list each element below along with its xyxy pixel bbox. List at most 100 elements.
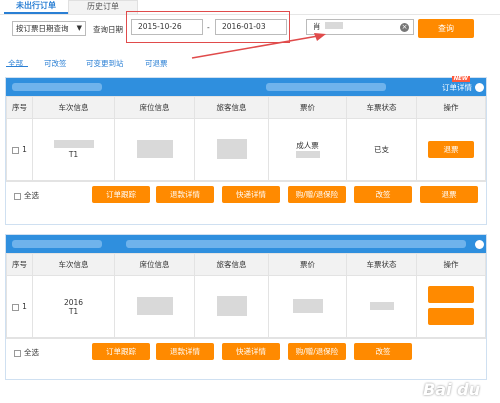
order-card: 序号 车次信息 席位信息 旅客信息 票价 车票状态 操作 1 2016 T1 全选…	[5, 234, 487, 380]
col-train: 车次信息	[32, 253, 115, 276]
ticket-table: 序号 车次信息 席位信息 旅客信息 票价 车票状态 操作 1 2016 T1	[6, 253, 486, 338]
row-index-cell: 1	[6, 275, 33, 338]
col-status: 车票状态	[346, 253, 417, 276]
blurred-status	[369, 301, 394, 310]
query-type-value: 按订票日期查询	[16, 24, 69, 33]
order-header: 订单详情 NEW	[6, 76, 486, 96]
status-cell: 已支	[346, 118, 417, 181]
train-date: 2016	[63, 297, 84, 307]
blurred-train	[53, 140, 94, 148]
row-index-cell: 1	[6, 118, 33, 181]
order-footer: 全选 订单跟踪 退款详情 快递详情 购/赠/退保险 改签	[6, 338, 486, 363]
clear-icon[interactable]: ×	[400, 23, 409, 32]
annotation-arrow	[191, 33, 326, 59]
watermark-logo: Bai du	[423, 380, 480, 399]
order-detail-link[interactable]: 订单详情	[442, 82, 472, 93]
delivery-detail-button[interactable]: 快递详情	[222, 343, 280, 360]
select-all-label: 全选	[24, 348, 39, 357]
status-cell	[346, 275, 417, 338]
passenger-cell	[194, 118, 269, 181]
col-seat: 席位信息	[114, 253, 195, 276]
col-passenger: 旅客信息	[194, 96, 269, 119]
select-all-checkbox[interactable]	[14, 349, 21, 357]
action-cell	[416, 275, 486, 338]
filter-changeable[interactable]: 可改签	[44, 58, 67, 69]
blurred-passenger	[216, 138, 247, 159]
row-index: 1	[22, 302, 27, 311]
user-icon	[475, 240, 484, 249]
row-action-button[interactable]	[428, 286, 474, 303]
new-badge: NEW	[451, 76, 470, 82]
col-price: 票价	[268, 253, 347, 276]
train-cell: 2016 T1	[32, 275, 115, 338]
refund-all-button[interactable]: 退票	[420, 186, 478, 203]
change-ticket-button[interactable]: 改签	[354, 186, 412, 203]
seat-cell	[114, 118, 195, 181]
price-cell	[268, 275, 347, 338]
select-all-label: 全选	[24, 191, 39, 200]
order-track-button[interactable]: 订单跟踪	[92, 186, 150, 203]
order-track-button[interactable]: 订单跟踪	[92, 343, 150, 360]
blurred-name	[324, 22, 343, 29]
price-cell: 成人票	[268, 118, 347, 181]
blurred-order-info	[12, 83, 102, 91]
row-checkbox[interactable]	[12, 146, 20, 154]
col-train: 车次信息	[32, 96, 115, 119]
chevron-down-icon: ▼	[76, 24, 82, 32]
insurance-button[interactable]: 购/赠/退保险	[288, 343, 346, 360]
table-row: 1 T1 成人票 已支 退票	[6, 118, 486, 181]
seat-cell	[114, 275, 195, 338]
query-type-select[interactable]: 按订票日期查询 ▼	[12, 21, 86, 36]
ticket-status: 已支	[374, 145, 389, 154]
blurred-order-time	[266, 83, 386, 91]
passenger-cell	[194, 275, 269, 338]
change-ticket-button[interactable]: 改签	[354, 343, 412, 360]
order-card: 订单详情 NEW 序号 车次信息 席位信息 旅客信息 票价 车票状态 操作 1 …	[5, 76, 487, 225]
filter-underline	[6, 66, 28, 67]
train-cell: T1	[32, 118, 115, 181]
row-action-button[interactable]	[428, 308, 474, 325]
col-status: 车票状态	[346, 96, 417, 119]
blurred-price	[295, 150, 320, 158]
col-index: 序号	[6, 253, 33, 276]
col-index: 序号	[6, 96, 33, 119]
blurred-passenger	[216, 295, 247, 316]
col-passenger: 旅客信息	[194, 253, 269, 276]
select-all[interactable]: 全选	[14, 347, 39, 358]
refund-detail-button[interactable]: 退款详情	[156, 186, 214, 203]
select-all[interactable]: 全选	[14, 190, 39, 201]
select-all-checkbox[interactable]	[14, 192, 21, 200]
col-action: 操作	[416, 96, 486, 119]
delivery-detail-button[interactable]: 快递详情	[222, 186, 280, 203]
row-index: 1	[22, 145, 27, 154]
table-row: 1 2016 T1	[6, 275, 486, 338]
ticket-table: 序号 车次信息 席位信息 旅客信息 票价 车票状态 操作 1 T1 成人票 已支…	[6, 96, 486, 181]
query-button[interactable]: 查询	[418, 19, 474, 38]
filter-refundable[interactable]: 可退票	[145, 58, 168, 69]
refund-detail-button[interactable]: 退款详情	[156, 343, 214, 360]
order-footer: 全选 订单跟踪 退款详情 快递详情 购/赠/退保险 改签 退票	[6, 181, 486, 206]
table-header: 序号 车次信息 席位信息 旅客信息 票价 车票状态 操作	[6, 253, 486, 276]
train-number: T1	[68, 306, 79, 316]
date-label: 查询日期	[93, 25, 123, 34]
filter-all[interactable]: 全部	[8, 58, 23, 69]
refund-button[interactable]: 退票	[428, 141, 474, 158]
action-cell: 退票	[416, 118, 486, 181]
col-seat: 席位信息	[114, 96, 195, 119]
row-checkbox[interactable]	[12, 303, 20, 311]
blurred-order-time	[126, 240, 466, 248]
user-icon	[475, 83, 484, 92]
ticket-type: 成人票	[296, 140, 319, 150]
blurred-price	[292, 298, 323, 313]
tab-unfinished-orders[interactable]: 未出行订单	[4, 0, 68, 14]
col-price: 票价	[268, 96, 347, 119]
blurred-seat	[136, 139, 173, 158]
blurred-seat	[136, 296, 173, 315]
table-header: 序号 车次信息 席位信息 旅客信息 票价 车票状态 操作	[6, 96, 486, 119]
order-header	[6, 235, 486, 253]
col-action: 操作	[416, 253, 486, 276]
blurred-order-info	[12, 240, 102, 248]
train-number: T1	[68, 150, 79, 159]
insurance-button[interactable]: 购/赠/退保险	[288, 186, 346, 203]
filter-change-station[interactable]: 可变更到站	[86, 58, 124, 69]
